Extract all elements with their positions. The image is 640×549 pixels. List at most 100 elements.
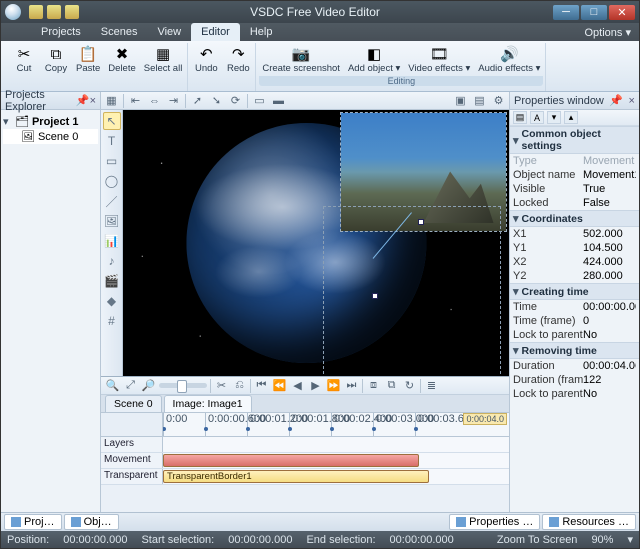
- video-effects-button[interactable]: 🎞Video effects ▾: [405, 43, 473, 75]
- vt-chart-icon[interactable]: 📊: [103, 232, 121, 250]
- pt-expand-icon[interactable]: ▾: [547, 111, 561, 124]
- maximize-button[interactable]: □: [581, 5, 607, 20]
- btab-objects[interactable]: Obj…: [64, 514, 119, 530]
- vt-pointer-icon[interactable]: ↖: [103, 112, 121, 130]
- audio-effects-button[interactable]: 🔊Audio effects ▾: [475, 43, 543, 75]
- tl-zoom-slider[interactable]: [159, 383, 207, 388]
- prop-row[interactable]: Y2280.000: [510, 269, 639, 283]
- clip-movement[interactable]: [163, 454, 419, 467]
- status-zoom-dropdown-icon[interactable]: ▾: [627, 533, 633, 546]
- ct-grid-icon[interactable]: ▦: [104, 93, 119, 108]
- vt-text-icon[interactable]: T: [103, 132, 121, 150]
- ct-view-icon-2[interactable]: ▤: [472, 93, 487, 108]
- tl-prev-icon[interactable]: ⏪: [272, 378, 287, 393]
- ct-layer-icon-2[interactable]: ▬: [271, 93, 286, 108]
- pt-collapse-icon[interactable]: ▴: [564, 111, 578, 124]
- scene-node[interactable]: 🖼Scene 0: [3, 129, 98, 144]
- path-handle-start[interactable]: [418, 219, 424, 225]
- tab-view[interactable]: View: [147, 23, 191, 41]
- ct-align-left-icon[interactable]: ⇤: [128, 93, 143, 108]
- pt-az-icon[interactable]: A: [530, 111, 544, 124]
- tab-help[interactable]: Help: [240, 23, 283, 41]
- prop-row[interactable]: Y1104.500: [510, 241, 639, 255]
- prop-row[interactable]: Duration (fram122: [510, 373, 639, 387]
- ct-settings-icon[interactable]: ⚙: [491, 93, 506, 108]
- tab-editor[interactable]: Editor: [191, 23, 240, 41]
- prop-section[interactable]: ▾Common object settings: [510, 126, 639, 154]
- tl-region-icon[interactable]: ⧉: [384, 378, 399, 393]
- add-object-button[interactable]: ◧Add object ▾: [345, 43, 403, 75]
- timeline-row-transparent[interactable]: Transparent TransparentBorder1: [101, 469, 509, 485]
- cut-button[interactable]: ✂Cut: [9, 43, 39, 75]
- qat-new-icon[interactable]: [29, 5, 43, 19]
- tl-loop-icon[interactable]: ↻: [402, 378, 417, 393]
- tl-zoom-out-icon[interactable]: 🔍: [105, 378, 120, 393]
- prop-row[interactable]: Lock to parentNo: [510, 387, 639, 401]
- vt-image-icon[interactable]: 🖼: [103, 212, 121, 230]
- prop-section[interactable]: ▾Creating time: [510, 283, 639, 300]
- timeline-end-marker[interactable]: 0:00:04.0: [463, 413, 507, 425]
- tl-cut-icon[interactable]: ✂: [214, 378, 229, 393]
- ct-layer-icon[interactable]: ▭: [252, 93, 267, 108]
- timeline-row-movement[interactable]: Movement: [101, 453, 509, 469]
- paste-button[interactable]: 📋Paste: [73, 43, 103, 75]
- selection-rect[interactable]: [323, 206, 501, 376]
- tab-projects[interactable]: Projects: [31, 23, 91, 41]
- btab-resources[interactable]: Resources …: [542, 514, 636, 530]
- btab-projects[interactable]: Proj…: [4, 514, 62, 530]
- explorer-close-icon[interactable]: ×: [90, 95, 96, 107]
- clip-transparentborder[interactable]: TransparentBorder1: [163, 470, 429, 483]
- tl-tab-scene[interactable]: Scene 0: [105, 395, 162, 412]
- close-button[interactable]: ✕: [609, 5, 635, 20]
- status-zoom-label[interactable]: Zoom To Screen: [497, 534, 578, 546]
- vt-rect-icon[interactable]: ▭: [103, 152, 121, 170]
- prop-row[interactable]: X1502.000: [510, 227, 639, 241]
- qat-save-icon[interactable]: [65, 5, 79, 19]
- redo-button[interactable]: ↷Redo: [223, 43, 253, 75]
- prop-row[interactable]: Object nameMovement1: [510, 168, 639, 182]
- tl-zoom-in-icon[interactable]: 🔎: [141, 378, 156, 393]
- preview-canvas[interactable]: [123, 110, 509, 376]
- properties-pin-icon[interactable]: 📌: [609, 94, 623, 107]
- minimize-button[interactable]: ─: [553, 5, 579, 20]
- ct-align-center-icon[interactable]: ⇔: [147, 93, 162, 108]
- select-all-button[interactable]: ▦Select all: [141, 43, 186, 75]
- tl-split-icon[interactable]: ⎌: [232, 378, 247, 393]
- tl-marker-icon[interactable]: ⧈: [366, 378, 381, 393]
- copy-button[interactable]: ⧉Copy: [41, 43, 71, 75]
- options-menu[interactable]: Options ▾: [577, 23, 640, 41]
- vt-audio-icon[interactable]: ♪: [103, 252, 121, 270]
- tl-zoom-fit-icon[interactable]: ⤢: [123, 378, 138, 393]
- explorer-pin-icon[interactable]: 📌: [76, 94, 90, 107]
- tl-tab-image[interactable]: Image: Image1: [164, 395, 252, 412]
- tl-last-icon[interactable]: ⏭: [344, 378, 359, 393]
- tab-scenes[interactable]: Scenes: [91, 23, 148, 41]
- prop-row[interactable]: LockedFalse: [510, 196, 639, 210]
- vt-line-icon[interactable]: ／: [103, 192, 121, 210]
- prop-section[interactable]: ▾Removing time: [510, 342, 639, 359]
- ct-align-right-icon[interactable]: ⇥: [166, 93, 181, 108]
- screenshot-button[interactable]: 📷Create screenshot: [259, 43, 343, 75]
- tl-layers-icon[interactable]: ≣: [424, 378, 439, 393]
- vt-ellipse-icon[interactable]: ◯: [103, 172, 121, 190]
- prop-row[interactable]: X2424.000: [510, 255, 639, 269]
- tl-play-icon[interactable]: ▶: [308, 378, 323, 393]
- vt-sprite-icon[interactable]: ◆: [103, 292, 121, 310]
- prop-row[interactable]: Time00:00:00.000: [510, 300, 639, 314]
- prop-section[interactable]: ▾Coordinates: [510, 210, 639, 227]
- project-node[interactable]: ▾🗂Project 1: [3, 114, 98, 129]
- pt-cat-icon[interactable]: ▤: [513, 111, 527, 124]
- ct-rotate-icon[interactable]: ⟳: [228, 93, 243, 108]
- properties-close-icon[interactable]: ×: [629, 95, 635, 107]
- ct-view-icon[interactable]: ▣: [453, 93, 468, 108]
- prop-row[interactable]: Time (frame)0: [510, 314, 639, 328]
- prop-row[interactable]: Lock to parentNo: [510, 328, 639, 342]
- ct-arrow-icon[interactable]: ➚: [190, 93, 205, 108]
- prop-row[interactable]: TypeMovement: [510, 154, 639, 168]
- prop-row[interactable]: Duration00:00:04.066: [510, 359, 639, 373]
- delete-button[interactable]: ✖Delete: [105, 43, 138, 75]
- vt-video-icon[interactable]: 🎬: [103, 272, 121, 290]
- btab-properties[interactable]: Properties …: [449, 514, 540, 530]
- vt-counter-icon[interactable]: #: [103, 312, 121, 330]
- timeline-ruler[interactable]: 0:00 0:00:00.600 0:00:01.200 0:00:01.800…: [101, 413, 509, 437]
